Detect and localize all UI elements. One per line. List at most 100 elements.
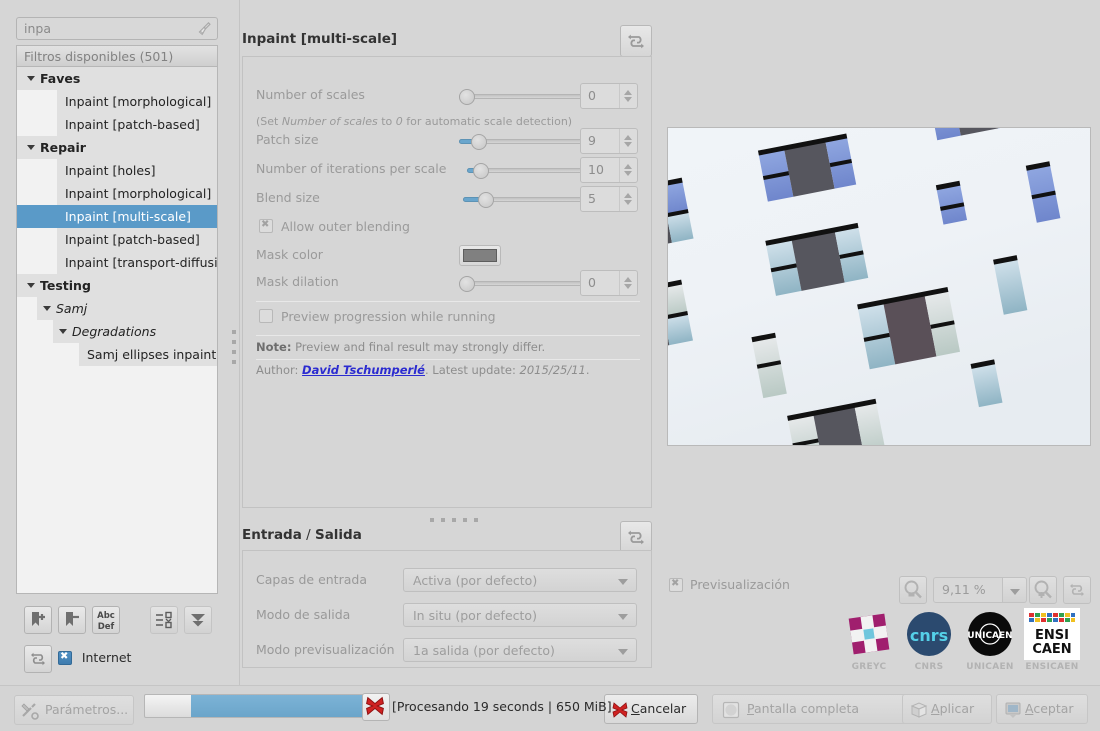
remove-fave-button[interactable] — [58, 606, 86, 634]
param-number-of-scales: Number of scales 0 — [243, 83, 653, 109]
filters-tree[interactable]: Faves Inpaint [morphological] Inpaint [p… — [16, 67, 218, 594]
mask-color-button[interactable] — [459, 245, 501, 266]
filter-search — [16, 17, 218, 40]
number-of-scales-spinner[interactable]: 0 — [580, 83, 638, 109]
ok-button[interactable]: Aceptar — [996, 694, 1088, 724]
logo-caption: GREYC — [851, 662, 887, 672]
spinner-value: 5 — [588, 191, 596, 206]
tree-list-icon — [156, 611, 172, 629]
combo-value: 1a salida (por defecto) — [413, 643, 555, 658]
search-input[interactable] — [16, 17, 218, 40]
internet-checkbox[interactable] — [58, 650, 72, 665]
slider-knob[interactable] — [473, 163, 489, 179]
param-patch-size: Patch size 9 — [243, 128, 653, 154]
param-mask-dilation: Mask dilation 0 — [243, 270, 653, 296]
chevron-down-icon[interactable] — [27, 283, 35, 288]
parameters-button[interactable]: Parámetros... — [14, 695, 134, 725]
param-label: Blend size — [256, 190, 320, 205]
iterations-per-scale-spinner[interactable]: 10 — [580, 157, 638, 183]
tree-category-testing[interactable]: Testing — [17, 274, 217, 297]
chevron-down-icon[interactable] — [618, 649, 628, 655]
refresh-filters-button[interactable] — [24, 645, 52, 673]
spinner-buttons[interactable] — [619, 271, 637, 295]
chevron-down-icon[interactable] — [1010, 589, 1020, 595]
tree-item-inpaint-morphological-fave[interactable]: Inpaint [morphological] — [17, 90, 217, 113]
tree-item-inpaint-patch-based[interactable]: Inpaint [patch-based] — [17, 228, 217, 251]
spinner-value: 0 — [588, 275, 596, 290]
tree-item-inpaint-patch-based-fave[interactable]: Inpaint [patch-based] — [17, 113, 217, 136]
refresh-icon — [628, 34, 644, 49]
spinner-value: 10 — [588, 162, 604, 177]
output-mode-combo[interactable]: In situ (por defecto) — [403, 603, 637, 627]
slider-knob[interactable] — [459, 276, 475, 292]
zoom-in-button[interactable] — [1029, 576, 1057, 604]
preview-checkbox[interactable] — [669, 577, 683, 592]
spinner-buttons[interactable] — [619, 187, 637, 211]
tree-label: Inpaint [patch-based] — [57, 113, 206, 136]
combo-value: In situ (por defecto) — [413, 608, 537, 623]
preview-area[interactable] — [667, 127, 1091, 446]
preview-image[interactable] — [668, 128, 1090, 445]
chevron-down-icon[interactable] — [27, 145, 35, 150]
number-of-scales-hint: (Set Number of scales to 0 for automatic… — [256, 115, 573, 128]
collapse-all-button[interactable] — [184, 606, 212, 634]
tree-item-inpaint-morphological[interactable]: Inpaint [morphological] — [17, 182, 217, 205]
add-fave-button[interactable] — [24, 606, 52, 634]
chevron-down-icon[interactable] — [618, 614, 628, 620]
tree-subcategory-degradations[interactable]: Degradations — [17, 320, 217, 343]
apply-button[interactable]: Aplicar — [902, 694, 992, 724]
ok-icon — [1005, 702, 1021, 718]
spinner-buttons[interactable] — [619, 158, 637, 182]
mask-color-swatch — [463, 249, 497, 262]
input-layers-combo[interactable]: Activa (por defecto) — [403, 568, 637, 592]
patch-size-spinner[interactable]: 9 — [580, 128, 638, 154]
author-link[interactable]: David Tschumperlé — [302, 363, 425, 377]
slider-knob[interactable] — [459, 89, 475, 105]
tree-category-faves[interactable]: Faves — [17, 67, 217, 90]
tree-item-samj-ellipses-inpaint[interactable]: Samj ellipses inpaint — [17, 343, 217, 366]
reset-parameters-button[interactable] — [620, 25, 652, 57]
cancel-button[interactable]: Cancelar — [604, 694, 698, 724]
vertical-splitter-handle[interactable] — [232, 330, 236, 370]
refresh-icon — [1070, 583, 1084, 597]
param-allow-outer-blending[interactable]: Allow outer blending — [243, 215, 653, 241]
tree-item-inpaint-transport-diffusion[interactable]: Inpaint [transport-diffusion] — [17, 251, 217, 274]
spinner-value: 0 — [588, 88, 596, 103]
svg-text:Abc: Abc — [97, 611, 115, 621]
slider-knob[interactable] — [471, 134, 487, 150]
preview-label: Previsualización — [690, 577, 790, 592]
logo-caption: ENSICAEN — [1025, 662, 1079, 672]
tree-category-repair[interactable]: Repair — [17, 136, 217, 159]
internet-toggle[interactable]: Internet — [58, 650, 131, 665]
tree-label: Repair — [40, 140, 86, 155]
stop-processing-button[interactable] — [362, 693, 390, 721]
zoom-dropdown-button[interactable] — [1003, 577, 1027, 603]
preview-mode-combo[interactable]: 1a salida (por defecto) — [403, 638, 637, 662]
allow-outer-blending-checkbox[interactable] — [259, 218, 273, 233]
blend-size-spinner[interactable]: 5 — [580, 186, 638, 212]
zoom-value-field[interactable]: 9,11 % — [933, 577, 1003, 603]
slider-knob[interactable] — [478, 192, 494, 208]
fullscreen-button[interactable]: Pantalla completa — [712, 694, 924, 724]
chevron-down-icon[interactable] — [618, 579, 628, 585]
filter-note: Note: Preview and final result may stron… — [256, 340, 546, 354]
spinner-buttons[interactable] — [619, 84, 637, 108]
chevron-down-icon[interactable] — [59, 329, 67, 334]
tree-item-inpaint-holes[interactable]: Inpaint [holes] — [17, 159, 217, 182]
divider — [256, 301, 640, 302]
param-blend-size: Blend size 5 — [243, 186, 653, 212]
chevron-down-icon[interactable] — [27, 76, 35, 81]
mask-dilation-spinner[interactable]: 0 — [580, 270, 638, 296]
reset-view-button[interactable] — [1063, 576, 1091, 604]
tree-item-inpaint-multi-scale[interactable]: Inpaint [multi-scale] — [17, 205, 217, 228]
chevron-down-icon[interactable] — [43, 306, 51, 311]
param-preview-progression[interactable]: Preview progression while running — [243, 305, 653, 331]
zoom-out-button[interactable] — [899, 576, 927, 604]
expand-collapse-button[interactable] — [150, 606, 178, 634]
tree-subcategory-samj[interactable]: Samj — [17, 297, 217, 320]
spinner-buttons[interactable] — [619, 129, 637, 153]
reset-io-button[interactable] — [620, 521, 652, 553]
rename-fave-button[interactable]: Abc Def — [92, 606, 120, 634]
tree-label: Inpaint [holes] — [57, 159, 162, 182]
preview-progression-checkbox[interactable] — [259, 309, 273, 323]
